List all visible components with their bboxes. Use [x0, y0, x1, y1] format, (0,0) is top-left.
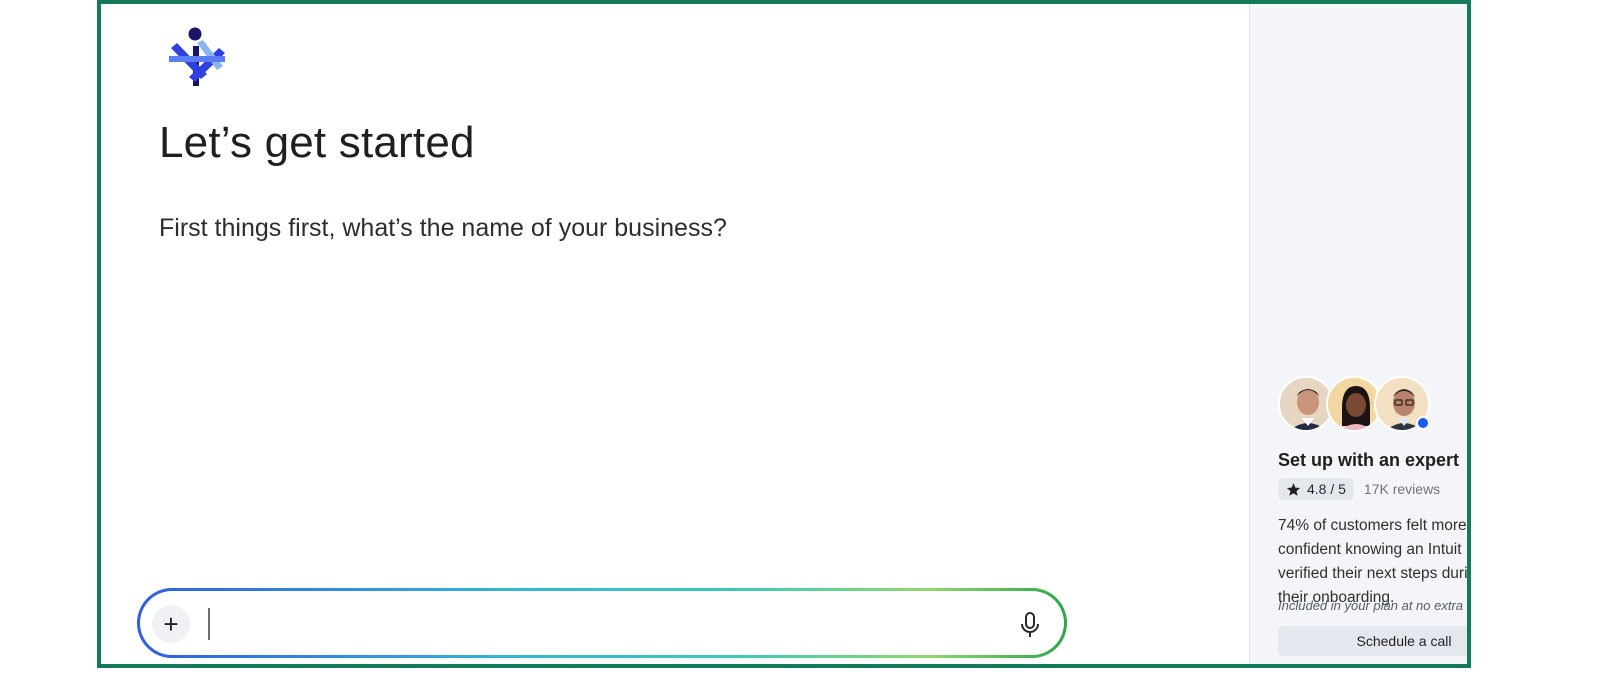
included-note: Included in your plan at no extra cost. [1278, 598, 1467, 613]
expert-avatars [1278, 376, 1438, 434]
rating-value: 4.8 / 5 [1307, 481, 1346, 497]
star-icon [1286, 482, 1301, 496]
review-count: 17K reviews [1363, 481, 1441, 497]
rating-badge: 4.8 / 5 [1278, 478, 1354, 500]
schedule-call-button[interactable]: Schedule a call [1278, 626, 1467, 656]
expert-side-panel: Set up with an expert 4.8 / 5 17K review… [1249, 4, 1468, 664]
business-name-input[interactable] [210, 605, 990, 643]
main-content: Let’s get started First things first, wh… [101, 4, 1249, 664]
expert-panel-title: Set up with an expert [1278, 450, 1460, 470]
question-prompt: First things first, what’s the name of y… [159, 214, 727, 242]
microphone-icon[interactable] [1018, 611, 1042, 639]
chat-input-container: + [137, 588, 1067, 658]
online-status-dot [1416, 416, 1430, 430]
page-title: Let’s get started [159, 118, 475, 167]
add-attachment-button[interactable]: + [152, 605, 190, 643]
intuit-assist-spark-icon [169, 27, 225, 86]
chat-input-box: + [140, 591, 1064, 655]
rating-row: 4.8 / 5 17K reviews [1278, 478, 1440, 500]
app-window: Let’s get started First things first, wh… [97, 0, 1471, 668]
plus-icon: + [163, 608, 179, 639]
expert-description: 74% of customers felt more confident kno… [1278, 517, 1468, 606]
